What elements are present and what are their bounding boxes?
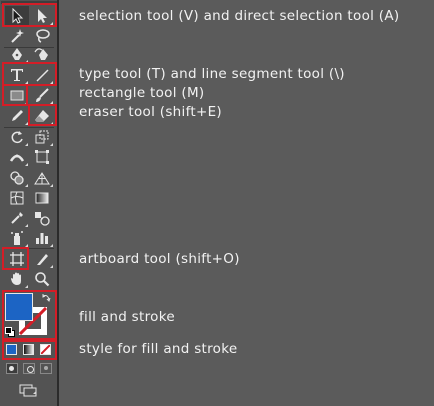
panel-grip[interactable] xyxy=(1,1,57,4)
symbol-sprayer-icon xyxy=(11,231,23,245)
more-tools-indicator xyxy=(25,285,28,288)
scale-icon xyxy=(35,130,49,144)
line-segment-tool-button[interactable] xyxy=(30,65,54,85)
more-tools-indicator xyxy=(50,81,53,84)
more-tools-indicator xyxy=(50,244,53,247)
eyedropper-icon xyxy=(11,212,23,224)
label-style-fill-stroke: style for fill and stroke xyxy=(79,341,238,357)
symbol-sprayer-tool-button[interactable] xyxy=(5,228,29,248)
magic-wand-tool-button[interactable] xyxy=(5,26,29,46)
more-tools-indicator xyxy=(50,184,53,187)
drawing-modes xyxy=(6,363,52,375)
more-tools-indicator xyxy=(25,143,28,146)
paintbrush-tool-button[interactable] xyxy=(30,85,54,105)
pen-tool-button[interactable] xyxy=(5,44,29,64)
screen-mode-button[interactable] xyxy=(19,382,37,397)
direct-selection-arrow-icon xyxy=(38,9,47,23)
selection-arrow-icon xyxy=(12,8,24,24)
slice-knife-icon xyxy=(37,254,48,265)
more-tools-indicator xyxy=(50,101,53,104)
more-tools-indicator xyxy=(25,101,28,104)
scale-tool-button[interactable] xyxy=(30,127,54,147)
tools-panel xyxy=(0,0,59,406)
mesh-tool-button[interactable] xyxy=(5,188,29,208)
type-tool-button[interactable] xyxy=(5,65,29,85)
gradient-icon xyxy=(35,192,49,204)
more-tools-indicator xyxy=(25,60,28,63)
label-selection-tools: selection tool (V) and direct selection … xyxy=(79,8,400,24)
more-tools-indicator xyxy=(25,81,28,84)
more-tools-indicator xyxy=(25,244,28,247)
free-transform-icon xyxy=(35,150,49,164)
column-graph-tool-button[interactable] xyxy=(30,228,54,248)
color-button[interactable] xyxy=(6,344,17,355)
draw-inside-button[interactable] xyxy=(40,363,52,374)
blend-icon xyxy=(35,212,50,226)
more-tools-indicator xyxy=(50,143,53,146)
label-artboard-tool: artboard tool (shift+O) xyxy=(79,251,240,267)
lasso-tool-button[interactable] xyxy=(30,26,54,46)
magic-wand-icon xyxy=(11,29,24,43)
more-tools-indicator xyxy=(50,265,53,268)
direct-selection-tool-button[interactable] xyxy=(30,6,54,26)
swap-arrows-icon[interactable] xyxy=(42,293,51,302)
zoom-tool-button[interactable] xyxy=(30,269,54,289)
label-rectangle-tool: rectangle tool (M) xyxy=(79,85,205,101)
free-transform-tool-button[interactable] xyxy=(30,147,54,167)
width-tool-button[interactable] xyxy=(5,147,29,167)
shape-builder-tool-button[interactable] xyxy=(5,168,29,188)
curvature-tool-button[interactable] xyxy=(30,44,54,64)
eyedropper-tool-button[interactable] xyxy=(5,208,29,228)
paintbrush-icon xyxy=(36,88,49,102)
more-tools-indicator xyxy=(25,122,28,125)
fill-swatch[interactable] xyxy=(5,293,33,321)
draw-behind-button[interactable] xyxy=(23,363,35,374)
slice-tool-button[interactable] xyxy=(30,249,54,269)
more-tools-indicator xyxy=(33,391,36,394)
line-segment-icon xyxy=(36,69,49,82)
more-tools-indicator xyxy=(25,163,28,166)
more-tools-indicator xyxy=(50,122,53,125)
artboard-tool-button[interactable] xyxy=(5,249,29,269)
lasso-icon xyxy=(36,29,50,43)
rectangle-icon xyxy=(10,90,24,101)
perspective-grid-tool-button[interactable] xyxy=(30,168,54,188)
curvature-pen-icon xyxy=(34,48,48,60)
label-fill-stroke: fill and stroke xyxy=(79,309,175,325)
fill-stroke-widget xyxy=(4,292,54,338)
rotate-icon xyxy=(11,131,23,144)
color-mode-buttons xyxy=(5,343,53,357)
blend-tool-button[interactable] xyxy=(30,208,54,228)
none-slash-icon xyxy=(41,345,50,354)
more-tools-indicator xyxy=(50,22,53,25)
artboard-icon xyxy=(10,252,24,266)
label-eraser-tool: eraser tool (shift+E) xyxy=(79,104,222,120)
shape-builder-icon xyxy=(10,171,24,185)
mesh-icon xyxy=(10,191,24,205)
hand-tool-button[interactable] xyxy=(5,269,29,289)
gradient-button[interactable] xyxy=(23,344,34,355)
more-tools-indicator xyxy=(25,184,28,187)
draw-normal-button[interactable] xyxy=(6,363,18,374)
hand-icon xyxy=(11,272,21,285)
type-t-icon xyxy=(11,69,23,81)
more-tools-indicator xyxy=(25,224,28,227)
label-type-line-tools: type tool (T) and line segment tool (\) xyxy=(79,66,345,82)
default-colors-icon[interactable] xyxy=(5,327,15,337)
selection-tool-button[interactable] xyxy=(5,6,29,26)
pencil-icon xyxy=(12,110,23,121)
eraser-icon xyxy=(35,110,49,122)
gradient-tool-button[interactable] xyxy=(30,188,54,208)
rectangle-tool-button[interactable] xyxy=(5,85,29,105)
column-graph-icon xyxy=(36,233,48,244)
perspective-grid-icon xyxy=(34,172,50,185)
pen-nib-icon xyxy=(12,48,22,60)
pencil-tool-button[interactable] xyxy=(5,106,29,126)
eraser-tool-button[interactable] xyxy=(30,106,54,126)
zoom-magnifier-icon xyxy=(35,272,50,287)
rotate-tool-button[interactable] xyxy=(5,127,29,147)
none-button[interactable] xyxy=(40,344,51,355)
width-tool-icon xyxy=(9,154,25,162)
